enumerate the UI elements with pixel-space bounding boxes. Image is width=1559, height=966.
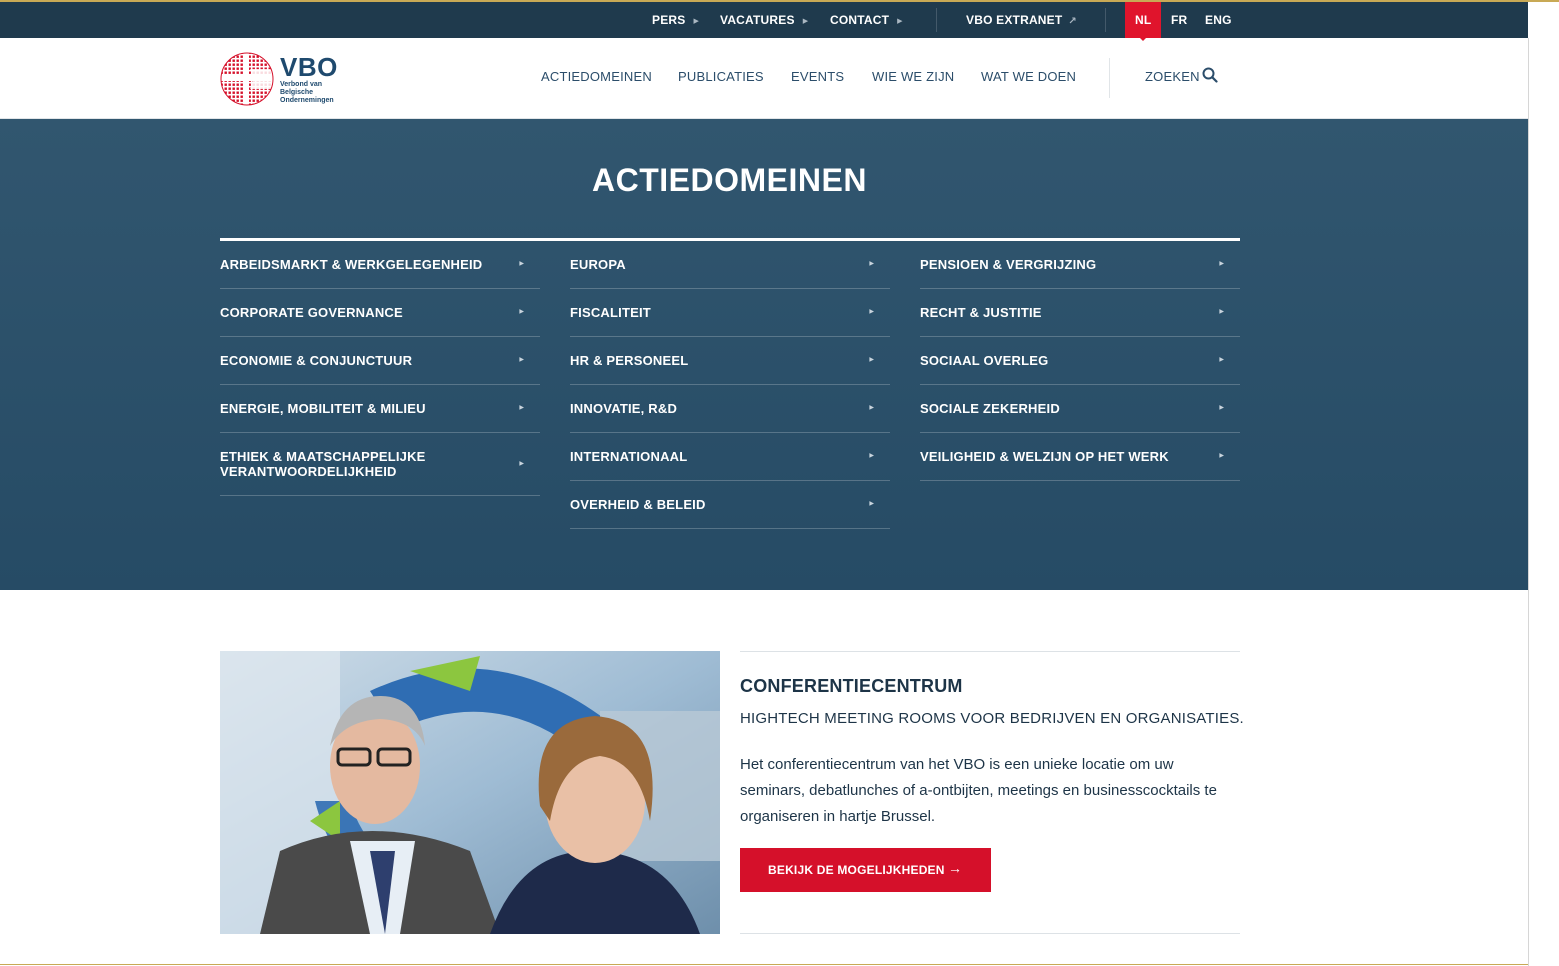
domain-label: ETHIEK & MAATSCHAPPELIJKE VERANTWOORDELI… bbox=[220, 449, 426, 479]
utility-bar: PERS ▶ VACATURES ▶ CONTACT ▶ VBO EXTRANET ↗ … bbox=[0, 2, 1528, 38]
extranet-link[interactable]: VBO EXTRANET ↗ bbox=[966, 2, 1077, 38]
vbo-logo[interactable]: VBO Verbond van Belgische Ondernemingen bbox=[220, 51, 345, 107]
conference-description: Het conferentiecentrum van het VBO is ee… bbox=[740, 756, 1217, 825]
domain-link[interactable]: ARBEIDSMARKT & WERKGELEGENHEID ▶ bbox=[220, 241, 540, 289]
nav-wie-we-zijn[interactable]: WIE WE ZIJN bbox=[872, 69, 954, 84]
page-edge bbox=[1528, 38, 1529, 966]
domain-link[interactable]: CORPORATE GOVERNANCE ▶ bbox=[220, 289, 540, 337]
domain-label: SOCIAAL OVERLEG bbox=[920, 353, 1049, 368]
view-options-button[interactable]: BEKIJK DE MOGELIJKHEDEN → bbox=[740, 848, 991, 892]
actiedomeinen-section: ACTIEDOMEINEN ARBEIDSMARKT & WERKGELEGEN… bbox=[0, 119, 1528, 590]
chevron-right-icon: ▶ bbox=[1219, 261, 1224, 267]
lang-nl[interactable]: NL bbox=[1135, 2, 1151, 38]
chevron-right-icon: ▶ bbox=[897, 18, 903, 25]
chevron-right-icon: ▶ bbox=[519, 261, 524, 267]
chevron-right-icon: ▶ bbox=[869, 261, 874, 267]
domain-link[interactable]: PENSIOEN & VERGRIJZING ▶ bbox=[920, 241, 1240, 289]
globe-logo-icon bbox=[220, 52, 274, 106]
domain-link[interactable]: INTERNATIONAAL ▶ bbox=[570, 433, 890, 481]
divider bbox=[936, 8, 937, 32]
contact-link[interactable]: CONTACT ▶ bbox=[830, 2, 903, 38]
chevron-right-icon: ▶ bbox=[519, 309, 524, 315]
domain-label: INNOVATIE, R&D bbox=[570, 401, 678, 416]
conference-title: CONFERENTIECENTRUM bbox=[740, 676, 963, 696]
chevron-right-icon: ▶ bbox=[869, 501, 874, 507]
arrow-right-icon: → bbox=[948, 860, 963, 876]
domain-label: ECONOMIE & CONJUNCTUUR bbox=[220, 353, 413, 368]
section-divider bbox=[740, 933, 1240, 934]
chevron-right-icon: ▶ bbox=[869, 357, 874, 363]
lang-fr[interactable]: FR bbox=[1171, 2, 1187, 38]
domain-label: OVERHEID & BELEID bbox=[570, 497, 706, 512]
nav-divider bbox=[1109, 58, 1110, 98]
domain-link[interactable]: SOCIALE ZEKERHEID ▶ bbox=[920, 385, 1240, 433]
search-button[interactable]: ZOEKEN bbox=[1145, 69, 1200, 84]
vacatures-link[interactable]: VACATURES ▶ bbox=[720, 2, 808, 38]
main-header: VBO Verbond van Belgische Ondernemingen … bbox=[0, 38, 1528, 119]
section-divider bbox=[740, 651, 1240, 652]
domain-link[interactable]: EUROPA ▶ bbox=[570, 241, 890, 289]
nav-wat-we-doen[interactable]: WAT WE DOEN bbox=[981, 69, 1076, 84]
chevron-right-icon: ▶ bbox=[1219, 357, 1224, 363]
external-link-icon: ↗ bbox=[1068, 16, 1078, 27]
domain-link[interactable]: VEILIGHEID & WELZIJN OP HET WERK ▶ bbox=[920, 433, 1240, 481]
domain-link[interactable]: INNOVATIE, R&D ▶ bbox=[570, 385, 890, 433]
chevron-right-icon: ▶ bbox=[802, 18, 809, 25]
domain-label: ENERGIE, MOBILITEIT & MILIEU bbox=[220, 401, 426, 416]
chevron-right-icon: ▶ bbox=[869, 405, 874, 411]
nav-events[interactable]: EVENTS bbox=[791, 69, 844, 84]
domain-label: PENSIOEN & VERGRIJZING bbox=[920, 257, 1097, 272]
active-language-notch bbox=[1138, 36, 1148, 41]
domain-label: FISCALITEIT bbox=[570, 305, 651, 320]
nav-publicaties[interactable]: PUBLICATIES bbox=[678, 69, 764, 84]
domain-label: HR & PERSONEEL bbox=[570, 353, 689, 368]
domain-label: RECHT & JUSTITIE bbox=[920, 305, 1042, 320]
domain-link[interactable]: RECHT & JUSTITIE ▶ bbox=[920, 289, 1240, 337]
search-icon[interactable] bbox=[1202, 67, 1218, 83]
domain-label: INTERNATIONAAL bbox=[570, 449, 688, 464]
chevron-right-icon: ▶ bbox=[1219, 453, 1224, 459]
domain-link[interactable]: OVERHEID & BELEID ▶ bbox=[570, 481, 890, 529]
bottom-accent-line bbox=[0, 964, 1528, 965]
domain-link[interactable]: ENERGIE, MOBILITEIT & MILIEU ▶ bbox=[220, 385, 540, 433]
divider bbox=[1105, 8, 1106, 32]
section-title: ACTIEDOMEINEN bbox=[592, 162, 867, 198]
domain-link[interactable]: ETHIEK & MAATSCHAPPELIJKE VERANTWOORDELI… bbox=[220, 433, 540, 496]
domain-link[interactable]: FISCALITEIT ▶ bbox=[570, 289, 890, 337]
chevron-right-icon: ▶ bbox=[519, 405, 524, 411]
chevron-right-icon: ▶ bbox=[1219, 405, 1224, 411]
chevron-right-icon: ▶ bbox=[1219, 309, 1224, 315]
domain-label: EUROPA bbox=[570, 257, 626, 272]
domain-link[interactable]: HR & PERSONEEL ▶ bbox=[570, 337, 890, 385]
domain-link[interactable]: SOCIAAL OVERLEG ▶ bbox=[920, 337, 1240, 385]
logo-subtitle: Verbond van Belgische Ondernemingen bbox=[280, 81, 334, 104]
chevron-right-icon: ▶ bbox=[693, 18, 700, 25]
button-label: BEKIJK DE MOGELIJKHEDEN bbox=[768, 863, 945, 877]
domain-label: CORPORATE GOVERNANCE bbox=[220, 305, 403, 320]
chevron-right-icon: ▶ bbox=[869, 453, 874, 459]
lang-eng[interactable]: ENG bbox=[1205, 2, 1232, 38]
conference-subtitle: HIGHTECH MEETING ROOMS VOOR BEDRIJVEN EN… bbox=[740, 710, 1244, 727]
logo-wordmark: VBO bbox=[280, 52, 338, 82]
domain-label: SOCIALE ZEKERHEID bbox=[920, 401, 1060, 416]
chevron-right-icon: ▶ bbox=[519, 461, 524, 467]
domain-label: ARBEIDSMARKT & WERKGELEGENHEID bbox=[220, 257, 483, 272]
chevron-right-icon: ▶ bbox=[869, 309, 874, 315]
conference-photo bbox=[220, 651, 720, 934]
pers-link[interactable]: PERS ▶ bbox=[652, 2, 699, 38]
domain-label: VEILIGHEID & WELZIJN OP HET WERK bbox=[920, 449, 1169, 464]
chevron-right-icon: ▶ bbox=[519, 357, 524, 363]
domain-link[interactable]: ECONOMIE & CONJUNCTUUR ▶ bbox=[220, 337, 540, 385]
nav-actiedomeinen[interactable]: ACTIEDOMEINEN bbox=[541, 69, 652, 84]
